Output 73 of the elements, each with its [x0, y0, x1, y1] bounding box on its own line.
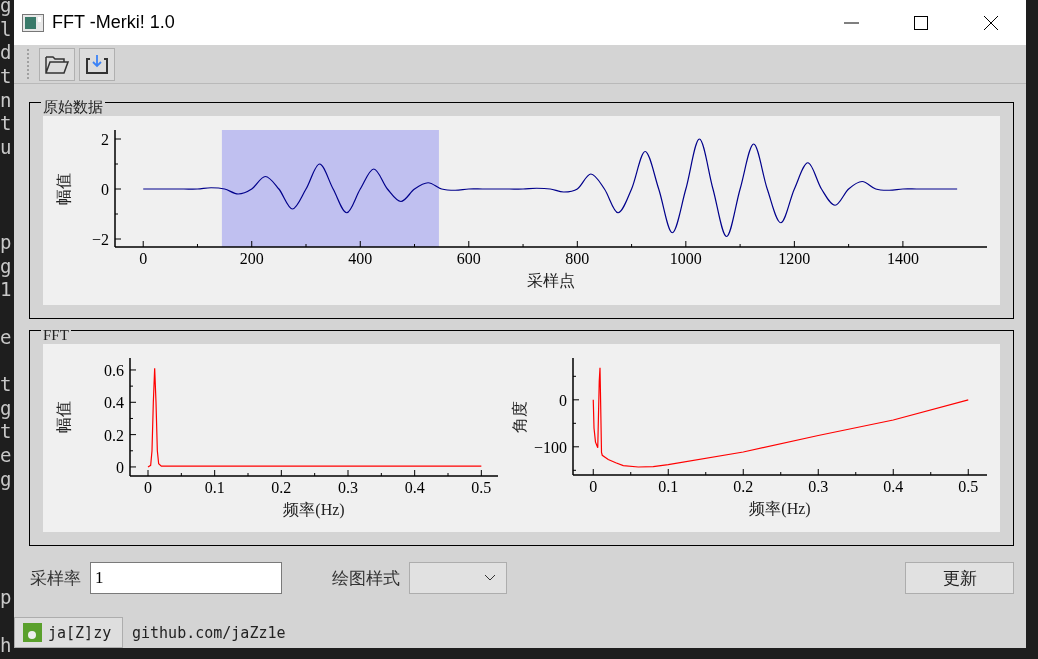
x-tick-label: 0.3	[808, 478, 829, 495]
download-button[interactable]	[79, 47, 115, 81]
close-icon	[983, 14, 999, 31]
editor-text: g	[0, 254, 13, 279]
sample-rate-field[interactable]: 1	[90, 562, 282, 594]
x-tick-label: 0.4	[883, 478, 904, 495]
x-tick-label: 1200	[778, 250, 811, 267]
x-tick-label: 0.5	[471, 479, 492, 496]
avatar-icon	[23, 623, 42, 642]
x-axis-label: 频率(Hz)	[749, 500, 811, 517]
x-axis-label: 频率(Hz)	[283, 501, 345, 518]
x-tick-label: 0	[139, 250, 148, 267]
editor-text: 1	[0, 278, 13, 302]
editor-text: t	[0, 65, 13, 89]
editor-text: h	[0, 633, 13, 658]
editor-text: n	[0, 88, 13, 113]
x-axis-label: 采样点	[527, 272, 575, 289]
x-tick-label: 200	[239, 250, 264, 267]
editor-text: t	[0, 112, 13, 137]
y-tick-label: 0	[559, 391, 567, 409]
y-tick-label: 0.6	[104, 361, 124, 379]
editor-text: p	[0, 230, 13, 255]
x-tick-label: 0.1	[204, 479, 225, 496]
x-tick-label: 0.2	[271, 479, 292, 496]
editor-text: g	[0, 396, 13, 421]
x-tick-label: 1000	[669, 250, 702, 267]
y-tick-label: 0	[101, 181, 109, 198]
y-axis-label: 角度	[511, 400, 528, 433]
plot-style-dropdown[interactable]	[409, 562, 507, 594]
github-link[interactable]: github.com/jaZz1e	[132, 623, 286, 642]
x-tick-label: 0.1	[658, 478, 679, 495]
x-tick-label: 0	[589, 478, 598, 495]
y-axis-label: 幅值	[55, 172, 72, 205]
minimize-icon	[843, 21, 859, 24]
y-tick-label: 0	[116, 458, 124, 476]
download-icon	[84, 53, 110, 75]
x-tick-label: 0.2	[733, 478, 754, 495]
x-tick-label: 0.3	[338, 479, 358, 496]
x-tick-label: 0.4	[404, 479, 425, 496]
editor-text: l	[0, 17, 13, 42]
selection-region[interactable]	[221, 130, 439, 247]
update-button[interactable]: 更新	[905, 562, 1014, 594]
editor-text: d	[0, 41, 13, 66]
app-icon	[22, 13, 44, 32]
x-tick-label: 800	[565, 250, 590, 267]
y-tick-label: 0.2	[104, 426, 124, 444]
x-tick-label: 0.5	[958, 478, 979, 495]
folder-icon	[44, 53, 70, 75]
x-tick-label: 0	[144, 479, 152, 496]
window-title: FFT -Merki! 1.0	[52, 12, 176, 33]
y-axis-label: 幅值	[55, 401, 72, 433]
x-tick-label: 1400	[886, 250, 919, 267]
plot-style-label: 绘图样式	[332, 567, 400, 590]
maximize-icon	[913, 14, 929, 31]
editor-text: t	[0, 373, 13, 397]
sample-rate-label: 采样率	[30, 567, 81, 590]
group-title: 原始数据	[41, 98, 105, 116]
editor-text: e	[0, 444, 13, 468]
y-tick-label: −100	[533, 438, 567, 456]
y-tick-label: 2	[101, 131, 109, 148]
y-tick-label: −2	[91, 231, 109, 248]
open-button[interactable]	[39, 47, 75, 81]
y-tick-label: 0.4	[104, 394, 124, 412]
editor-text: g	[0, 0, 13, 18]
editor-text: p	[0, 586, 13, 610]
chevron-down-icon	[484, 574, 496, 582]
author-button[interactable]: ja[Z]zy	[14, 617, 123, 648]
x-tick-label: 400	[348, 250, 373, 267]
editor-text: t	[0, 420, 13, 445]
editor-text: e	[0, 325, 13, 350]
editor-text: g	[0, 467, 13, 492]
x-tick-label: 600	[456, 250, 481, 267]
editor-text: u	[0, 136, 13, 160]
